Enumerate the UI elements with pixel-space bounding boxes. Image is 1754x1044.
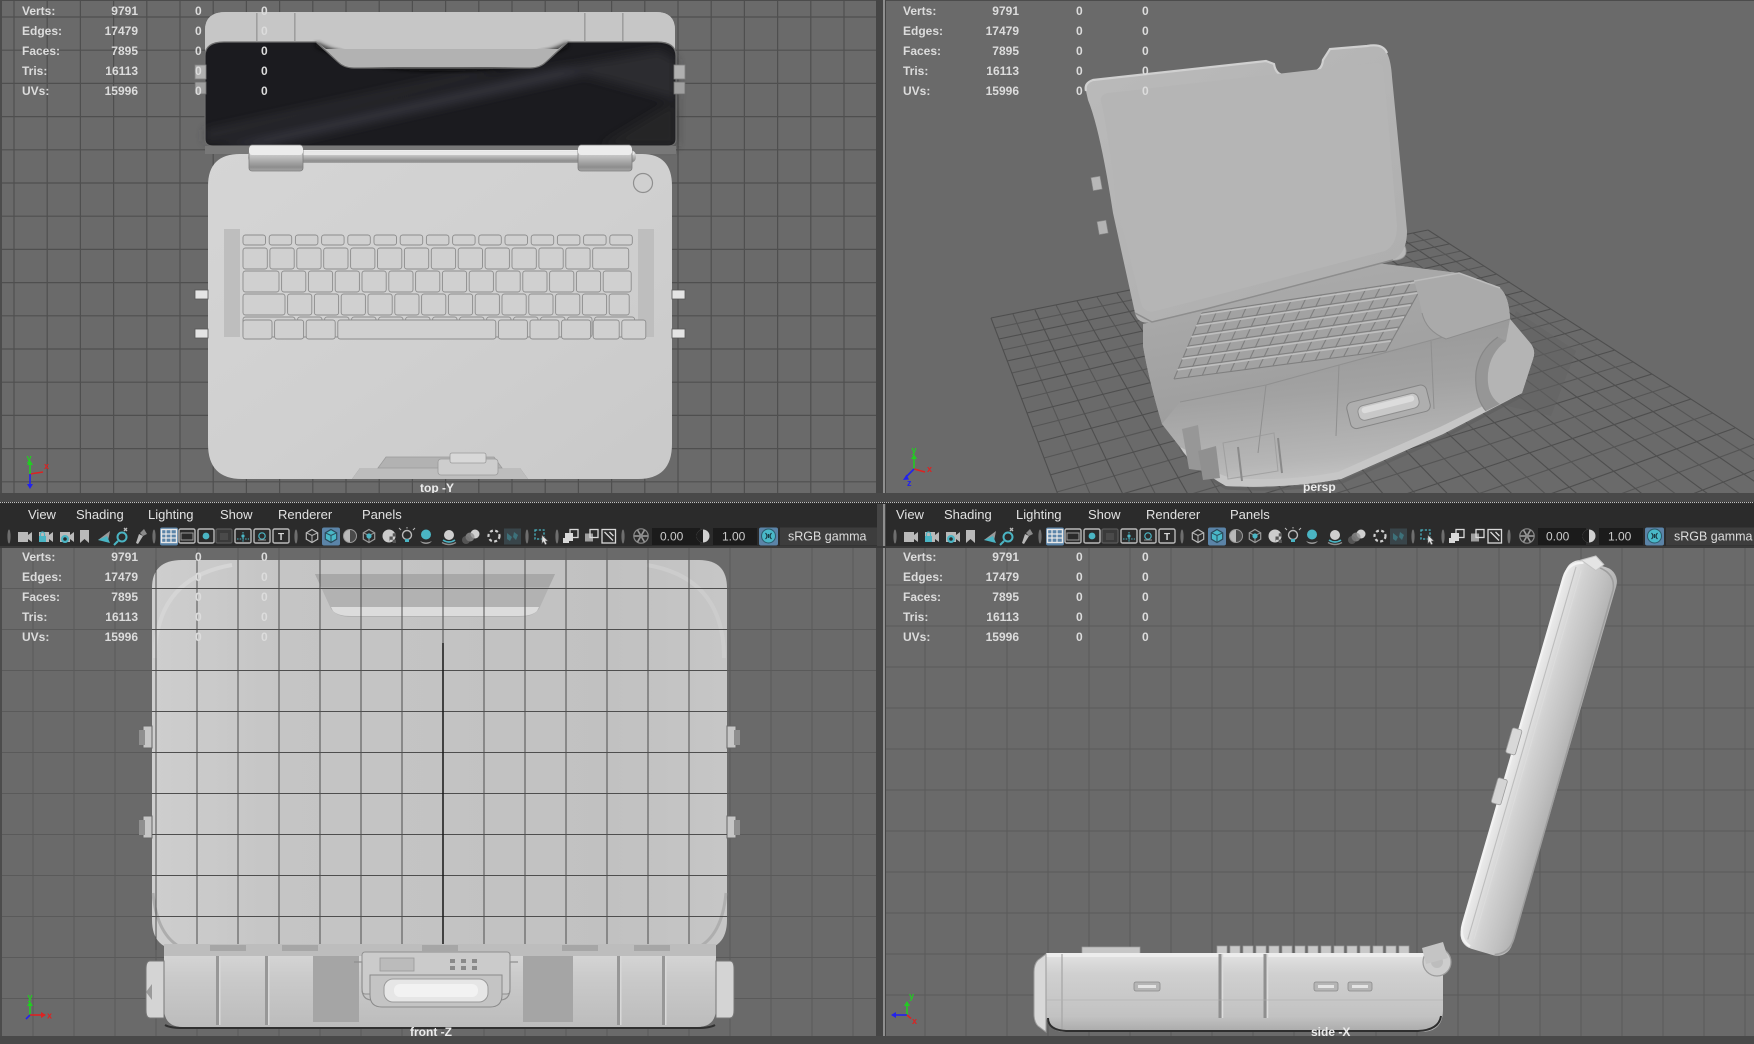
svg-text:x: x — [927, 464, 932, 474]
svg-text:y: y — [909, 991, 914, 1001]
svg-text:y: y — [27, 453, 32, 463]
svg-text:y: y — [28, 992, 33, 1002]
svg-text:T: T — [278, 532, 284, 543]
svg-text:z: z — [907, 478, 912, 488]
svg-text:0.00: 0.00 — [660, 530, 684, 544]
svg-text:1.00: 1.00 — [1608, 530, 1632, 544]
svg-text:y: y — [912, 445, 917, 455]
svg-text:sRGB gamma: sRGB gamma — [788, 530, 867, 544]
svg-text:0.00: 0.00 — [1546, 530, 1570, 544]
svg-text:x: x — [47, 1011, 52, 1021]
svg-text:x: x — [912, 1016, 917, 1026]
svg-text:1.00: 1.00 — [722, 530, 746, 544]
svg-text:sRGB gamma: sRGB gamma — [1674, 530, 1753, 544]
svg-text:x: x — [44, 461, 49, 471]
svg-text:T: T — [1164, 532, 1170, 543]
